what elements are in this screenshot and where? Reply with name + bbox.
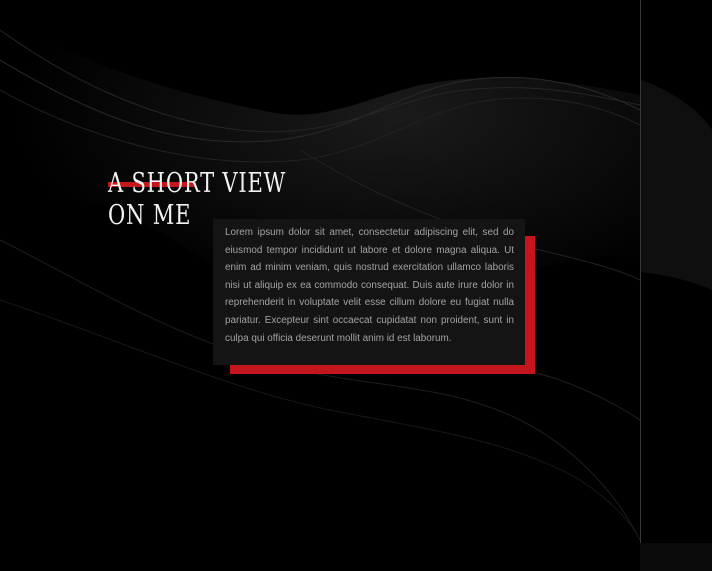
corner-panel <box>640 543 712 571</box>
about-card: Lorem ipsum dolor sit amet, consectetur … <box>213 219 525 365</box>
title-line-1: A SHORT VIEW <box>108 168 287 199</box>
about-body-text: Lorem ipsum dolor sit amet, consectetur … <box>225 227 514 344</box>
vertical-divider <box>640 0 641 571</box>
title-line-2: ON ME <box>108 200 192 231</box>
